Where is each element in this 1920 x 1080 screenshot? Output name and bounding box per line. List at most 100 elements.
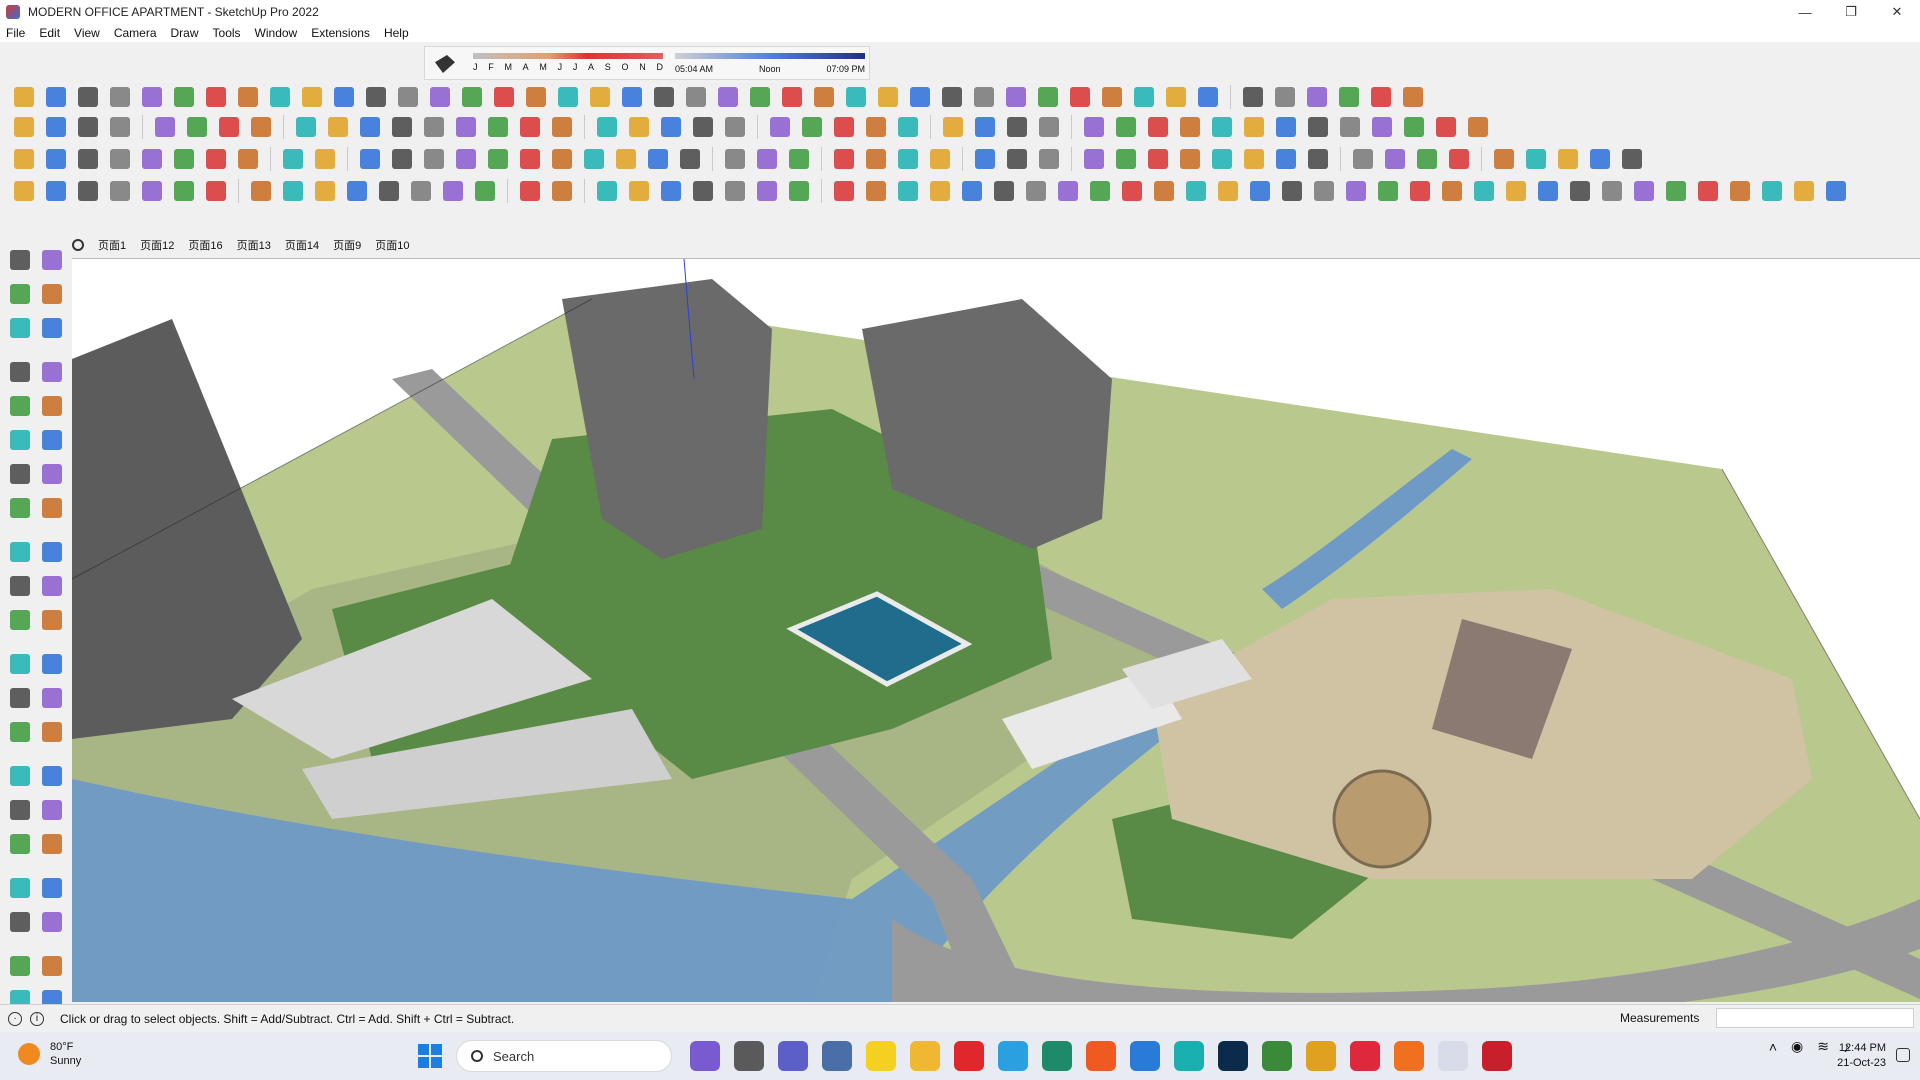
left-tool-icon[interactable] [38, 874, 66, 902]
toolbar-tool-icon[interactable] [362, 83, 390, 111]
toolbar-tool-icon[interactable] [721, 177, 749, 205]
toolbar-tool-icon[interactable] [1303, 83, 1331, 111]
geo-location-icon[interactable]: · [8, 1011, 22, 1026]
toolbar-tool-icon[interactable] [1054, 177, 1082, 205]
sketchup-viewer-icon[interactable] [1042, 1041, 1072, 1071]
left-tool-icon[interactable] [38, 762, 66, 790]
toolbar-tool-icon[interactable] [138, 83, 166, 111]
start-button[interactable] [418, 1044, 442, 1068]
toolbar-tool-icon[interactable] [926, 177, 954, 205]
left-tool-icon[interactable] [6, 572, 34, 600]
toolbar-tool-icon[interactable] [330, 83, 358, 111]
toolbar-tool-icon[interactable] [170, 177, 198, 205]
toolbar-tool-icon[interactable] [644, 145, 672, 173]
toolbar-tool-icon[interactable] [394, 83, 422, 111]
toolbar-tool-icon[interactable] [830, 145, 858, 173]
menu-view[interactable]: View [74, 26, 100, 40]
left-tool-icon[interactable] [38, 246, 66, 274]
toolbar-tool-icon[interactable] [1144, 145, 1172, 173]
toolbar-tool-icon[interactable] [1112, 113, 1140, 141]
toolbar-tool-icon[interactable] [1278, 177, 1306, 205]
toolbar-tool-icon[interactable] [798, 113, 826, 141]
toolbar-tool-icon[interactable] [714, 83, 742, 111]
search-icon[interactable] [72, 239, 84, 251]
month-slider[interactable] [473, 53, 663, 59]
menu-edit[interactable]: Edit [39, 26, 60, 40]
toolbar-tool-icon[interactable] [1342, 177, 1370, 205]
tab-scene[interactable]: 页面9 [333, 237, 361, 253]
toolbar-tool-icon[interactable] [1490, 145, 1518, 173]
toolbar-tool-icon[interactable] [151, 113, 179, 141]
toolbar-tool-icon[interactable] [1240, 113, 1268, 141]
toolbar-tool-icon[interactable] [586, 83, 614, 111]
toolbar-tool-icon[interactable] [926, 145, 954, 173]
tab-scene[interactable]: 页面10 [375, 237, 409, 253]
toolbar-tool-icon[interactable] [10, 145, 38, 173]
toolbar-tool-icon[interactable] [810, 83, 838, 111]
calculator-icon[interactable] [822, 1041, 852, 1071]
chrome-icon[interactable] [1306, 1041, 1336, 1071]
toolbar-tool-icon[interactable] [753, 145, 781, 173]
toolbar-tool-icon[interactable] [279, 177, 307, 205]
toolbar-tool-icon[interactable] [1208, 145, 1236, 173]
left-tool-icon[interactable] [6, 762, 34, 790]
toolbar-tool-icon[interactable] [906, 83, 934, 111]
left-tool-icon[interactable] [6, 392, 34, 420]
toolbar-tool-icon[interactable] [388, 113, 416, 141]
photoshop-icon[interactable] [1218, 1041, 1248, 1071]
toolbar-tool-icon[interactable] [234, 145, 262, 173]
left-tool-icon[interactable] [6, 538, 34, 566]
toolbar-tool-icon[interactable] [1618, 145, 1646, 173]
tab-scene[interactable]: 页面14 [285, 237, 319, 253]
toolbar-tool-icon[interactable] [1035, 145, 1063, 173]
toolbar-tool-icon[interactable] [1694, 177, 1722, 205]
toolbar-tool-icon[interactable] [516, 113, 544, 141]
toolbar-tool-icon[interactable] [484, 113, 512, 141]
toolbar-tool-icon[interactable] [375, 177, 403, 205]
toolbar-tool-icon[interactable] [682, 83, 710, 111]
toolbar-tool-icon[interactable] [215, 113, 243, 141]
clock[interactable]: 12:44 PM 21-Oct-23 [1837, 1041, 1886, 1071]
pinterest-icon[interactable] [1350, 1041, 1380, 1071]
autocad-icon[interactable] [1482, 1041, 1512, 1071]
left-tool-icon[interactable] [6, 830, 34, 858]
toolbar-tool-icon[interactable] [1003, 145, 1031, 173]
left-tool-icon[interactable] [6, 796, 34, 824]
toolbar-tool-icon[interactable] [1400, 113, 1428, 141]
toolbar-tool-icon[interactable] [618, 83, 646, 111]
toolbar-tool-icon[interactable] [170, 83, 198, 111]
toolbar-tool-icon[interactable] [1336, 113, 1364, 141]
menu-camera[interactable]: Camera [114, 26, 157, 40]
toolbar-tool-icon[interactable] [484, 145, 512, 173]
toolbar-tool-icon[interactable] [522, 83, 550, 111]
toolbar-tool-icon[interactable] [388, 145, 416, 173]
toolbar-tool-icon[interactable] [1502, 177, 1530, 205]
toolbar-tool-icon[interactable] [74, 177, 102, 205]
toolbar-tool-icon[interactable] [1399, 83, 1427, 111]
toolbar-tool-icon[interactable] [1080, 113, 1108, 141]
toolbar-tool-icon[interactable] [42, 83, 70, 111]
menu-draw[interactable]: Draw [171, 26, 199, 40]
telegram-icon[interactable] [998, 1041, 1028, 1071]
left-tool-icon[interactable] [38, 280, 66, 308]
toolbar-tool-icon[interactable] [439, 177, 467, 205]
toolbar-tool-icon[interactable] [1118, 177, 1146, 205]
left-tool-icon[interactable] [38, 538, 66, 566]
toolbar-tool-icon[interactable] [1432, 113, 1460, 141]
tab-scene[interactable]: 页面16 [188, 237, 222, 253]
toolbar-tool-icon[interactable] [1034, 83, 1062, 111]
toolbar-tool-icon[interactable] [1822, 177, 1850, 205]
toolbar-tool-icon[interactable] [689, 177, 717, 205]
opera-icon[interactable] [954, 1041, 984, 1071]
task-view-icon[interactable] [734, 1041, 764, 1071]
toolbar-tool-icon[interactable] [1630, 177, 1658, 205]
toolbar-tool-icon[interactable] [183, 113, 211, 141]
toolbar-tool-icon[interactable] [42, 113, 70, 141]
left-tool-icon[interactable] [6, 358, 34, 386]
toolbar-tool-icon[interactable] [516, 177, 544, 205]
toolbar-tool-icon[interactable] [970, 83, 998, 111]
left-tool-icon[interactable] [38, 314, 66, 342]
toolbar-tool-icon[interactable] [1098, 83, 1126, 111]
toolbar-tool-icon[interactable] [657, 113, 685, 141]
toolbar-tool-icon[interactable] [74, 83, 102, 111]
